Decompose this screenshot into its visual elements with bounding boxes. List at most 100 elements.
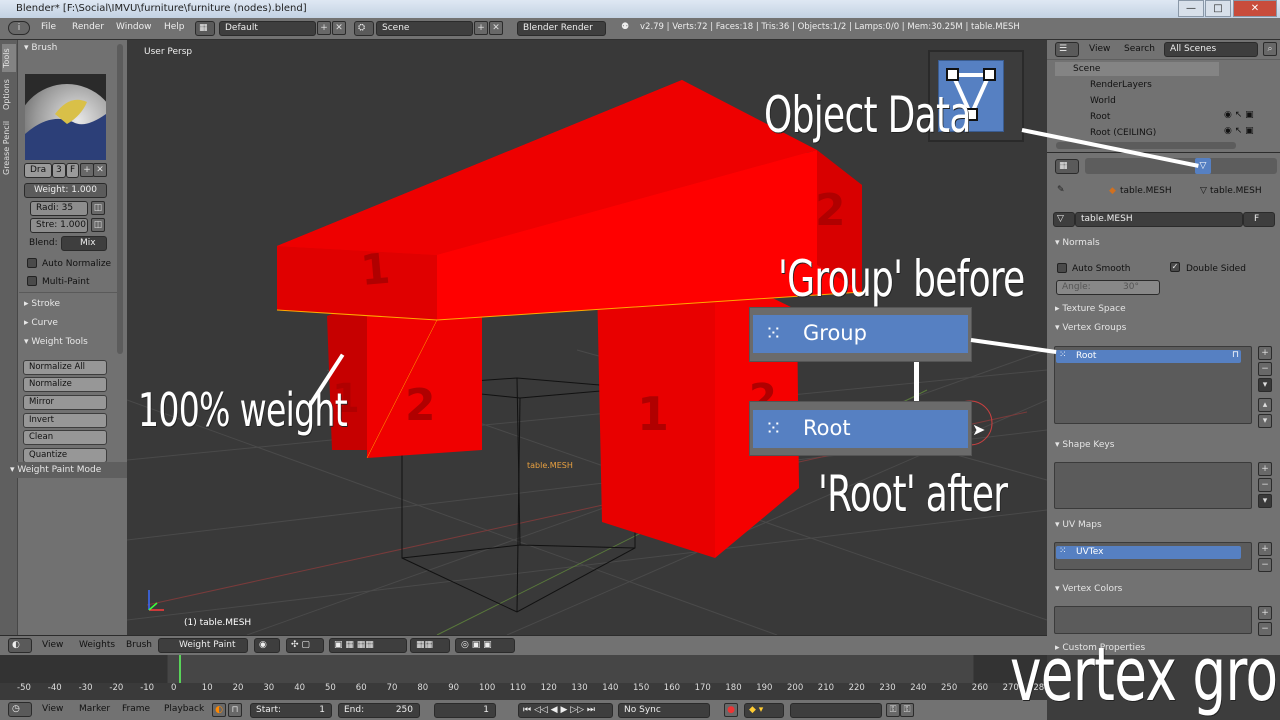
menu-brush[interactable]: Brush	[126, 640, 152, 650]
fake-user-button[interactable]: F	[1243, 212, 1275, 227]
remove-screen-button[interactable]: ✕	[332, 21, 346, 35]
outliner-root-ceiling[interactable]: Root (CEILING)	[1090, 128, 1156, 138]
add-uv-map-button[interactable]: +	[1258, 542, 1272, 556]
keying-icon[interactable]: ◆ ▾	[744, 703, 784, 718]
outliner-renderlayers[interactable]: RenderLayers	[1090, 80, 1152, 90]
menu-file[interactable]: File	[41, 22, 56, 32]
uv-maps-header[interactable]: ▾ UV Maps	[1055, 520, 1102, 530]
normalize-all-button[interactable]: Normalize All	[23, 360, 107, 375]
selection-mask-buttons[interactable]: ▣ ▦ ▦▦	[329, 638, 407, 653]
render-engine-select[interactable]: Blender Render	[517, 21, 606, 36]
screen-layout-select[interactable]: Default	[219, 21, 316, 36]
remove-uv-map-button[interactable]: −	[1258, 558, 1272, 572]
lock-range-icon[interactable]: ⊓	[228, 703, 242, 717]
multi-paint-checkbox[interactable]	[27, 276, 37, 286]
lock-icon[interactable]: ⊓	[1232, 350, 1239, 360]
add-vertex-color-button[interactable]: +	[1258, 606, 1272, 620]
brush-fake-user[interactable]: F	[66, 163, 79, 178]
menu-render[interactable]: Render	[72, 22, 104, 32]
visibility-eye-icon-2[interactable]: ◉ ↖ ▣	[1224, 126, 1254, 136]
timeline-editor-icon[interactable]: ◷	[8, 702, 32, 717]
outliner-editor-icon[interactable]: ☰	[1055, 42, 1079, 57]
add-brush-button[interactable]: +	[80, 163, 94, 177]
playback-controls[interactable]: ⏮ ◁◁ ◀ ▶ ▷▷ ⏭	[518, 703, 613, 718]
timeline-menu-view[interactable]: View	[42, 704, 63, 714]
outliner-root[interactable]: Root	[1090, 112, 1110, 122]
curve-panel-header[interactable]: ▸ Curve	[24, 318, 58, 328]
scene-select[interactable]: Scene	[376, 21, 473, 36]
normals-header[interactable]: ▾ Normals	[1055, 238, 1100, 248]
strength-field[interactable]: Stre: 1.000	[30, 218, 88, 233]
preview-range-icon[interactable]: ◐	[212, 703, 226, 717]
texture-space-header[interactable]: ▸ Texture Space	[1055, 304, 1126, 314]
shape-key-list[interactable]	[1054, 462, 1252, 509]
vertex-group-item-root[interactable]: Root	[1056, 350, 1241, 363]
normalize-button[interactable]: Normalize	[23, 377, 107, 392]
current-frame-field[interactable]: 1	[434, 703, 496, 718]
properties-editor-icon[interactable]: ▦	[1055, 159, 1079, 174]
blend-select[interactable]: Mix	[61, 236, 107, 251]
angle-field[interactable]: Angle: 30°	[1056, 280, 1160, 295]
brush-name-field[interactable]: Dra	[24, 163, 52, 178]
end-frame-field[interactable]: End: 250	[338, 703, 420, 718]
screen-layout-icon[interactable]: ▦	[195, 21, 215, 36]
insert-keyframe-icon[interactable]: ⚿	[886, 703, 900, 717]
outliner-scene[interactable]: Scene	[1073, 64, 1100, 74]
vertex-group-menu-icon[interactable]: ▾	[1258, 378, 1272, 392]
outliner-world[interactable]: World	[1090, 96, 1116, 106]
mesh-datablock-field[interactable]: table.MESH	[1075, 212, 1243, 227]
delete-keyframe-icon[interactable]: ⚿	[900, 703, 914, 717]
mirror-button[interactable]: Mirror	[23, 395, 107, 410]
radius-field[interactable]: Radi: 35 px	[30, 201, 88, 226]
auto-smooth-checkbox[interactable]	[1057, 263, 1067, 273]
pin-icon[interactable]: ✎	[1057, 185, 1065, 195]
invert-button[interactable]: Invert	[23, 413, 107, 428]
brush-preview[interactable]	[25, 74, 106, 160]
mode-select[interactable]: Weight Paint	[158, 638, 248, 653]
move-up-icon[interactable]: ▴	[1258, 398, 1272, 412]
weight-paint-mode-header[interactable]: ▾ Weight Paint Mode	[10, 465, 101, 475]
mesh-datablock-icon[interactable]: ▽	[1053, 212, 1075, 227]
minimize-button[interactable]: —	[1178, 0, 1204, 17]
menu-window[interactable]: Window	[116, 22, 152, 32]
toolshelf-scrollbar[interactable]	[117, 44, 123, 354]
add-screen-button[interactable]: +	[317, 21, 331, 35]
remove-scene-button[interactable]: ✕	[489, 21, 503, 35]
outliner-search-icon[interactable]: ⌕	[1263, 42, 1277, 56]
quantize-button[interactable]: Quantize	[23, 448, 107, 463]
add-scene-button[interactable]: +	[474, 21, 488, 35]
shape-keys-header[interactable]: ▾ Shape Keys	[1055, 440, 1114, 450]
radius-pressure-icon[interactable]: ◫	[91, 201, 105, 215]
shape-key-menu-icon[interactable]: ▾	[1258, 494, 1272, 508]
add-shape-key-button[interactable]: +	[1258, 462, 1272, 476]
remove-brush-button[interactable]: ✕	[93, 163, 107, 177]
vertex-color-list[interactable]	[1054, 606, 1252, 634]
vertex-groups-header[interactable]: ▾ Vertex Groups	[1055, 323, 1126, 333]
brush-users[interactable]: 3	[52, 163, 66, 178]
outliner-view-menu[interactable]: View	[1089, 44, 1110, 54]
tab-options[interactable]: Options	[2, 76, 16, 114]
double-sided-checkbox[interactable]: ✓	[1170, 262, 1180, 272]
timeline-menu-marker[interactable]: Marker	[79, 704, 110, 714]
move-down-icon[interactable]: ▾	[1258, 414, 1272, 428]
brush-panel-header[interactable]: ▾ Brush	[24, 43, 57, 53]
vertex-colors-header[interactable]: ▾ Vertex Colors	[1055, 584, 1122, 594]
tab-tools[interactable]: Tools	[2, 44, 16, 72]
visibility-eye-icon[interactable]: ◉ ↖ ▣	[1224, 110, 1254, 120]
strength-pressure-icon[interactable]: ◫	[91, 218, 105, 232]
tab-grease-pencil[interactable]: Grease Pencil	[2, 118, 16, 178]
menu-help[interactable]: Help	[164, 22, 185, 32]
pivot-select[interactable]: ✣ ▢	[286, 638, 324, 653]
record-icon[interactable]: ●	[724, 703, 738, 717]
timeline-menu-frame[interactable]: Frame	[122, 704, 150, 714]
clean-button[interactable]: Clean	[23, 430, 107, 445]
weight-field[interactable]: Weight: 1.000	[24, 183, 107, 198]
maximize-button[interactable]: □	[1205, 0, 1231, 17]
render-buttons[interactable]: ◎ ▣ ▣	[455, 638, 515, 653]
shading-select[interactable]: ◉	[254, 638, 280, 653]
remove-shape-key-button[interactable]: −	[1258, 478, 1272, 492]
weight-tools-panel-header[interactable]: ▾ Weight Tools	[24, 337, 88, 347]
3d-view-editor-icon[interactable]: ◐	[8, 638, 32, 653]
stroke-panel-header[interactable]: ▸ Stroke	[24, 299, 60, 309]
sync-select[interactable]: No Sync	[618, 703, 710, 718]
